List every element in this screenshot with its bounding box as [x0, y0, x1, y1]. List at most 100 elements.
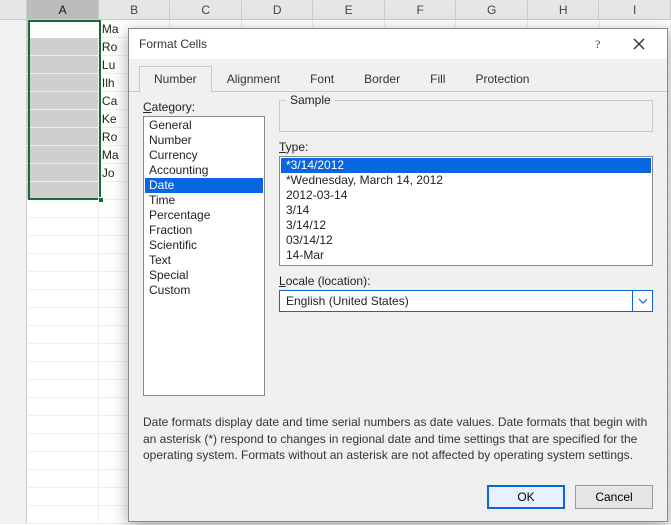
tab-alignment[interactable]: Alignment	[212, 66, 295, 92]
cell[interactable]	[27, 470, 99, 488]
category-item[interactable]: Time	[145, 193, 263, 208]
cell[interactable]	[27, 218, 99, 236]
type-item[interactable]: *Wednesday, March 14, 2012	[281, 173, 651, 188]
tab-fill[interactable]: Fill	[415, 66, 460, 92]
cell[interactable]	[27, 56, 99, 74]
type-item[interactable]: 03/14/12	[281, 233, 651, 248]
cell[interactable]	[27, 128, 99, 146]
cell[interactable]	[27, 452, 99, 470]
cell[interactable]	[27, 254, 99, 272]
category-item[interactable]: Scientific	[145, 238, 263, 253]
cell[interactable]	[27, 164, 99, 182]
tab-border[interactable]: Border	[349, 66, 415, 92]
locale-dropdown-button[interactable]	[632, 291, 652, 311]
cell[interactable]	[27, 398, 99, 416]
selectall-corner[interactable]	[0, 0, 27, 19]
row-header[interactable]	[0, 164, 27, 182]
help-button[interactable]: ?	[579, 29, 619, 59]
row-header[interactable]	[0, 362, 27, 380]
cell[interactable]	[27, 308, 99, 326]
cell[interactable]	[27, 236, 99, 254]
column-header[interactable]: B	[99, 0, 171, 19]
fill-handle[interactable]	[98, 197, 104, 203]
row-header[interactable]	[0, 56, 27, 74]
type-item[interactable]: *3/14/2012	[281, 158, 651, 173]
category-item[interactable]: Text	[145, 253, 263, 268]
row-header[interactable]	[0, 236, 27, 254]
cancel-button[interactable]: Cancel	[575, 485, 653, 509]
cell[interactable]	[27, 326, 99, 344]
row-header[interactable]	[0, 344, 27, 362]
row-header[interactable]	[0, 20, 27, 38]
locale-combo[interactable]: English (United States)	[279, 290, 653, 312]
cell[interactable]	[27, 488, 99, 506]
column-header[interactable]: D	[242, 0, 314, 19]
cell[interactable]	[27, 290, 99, 308]
row-header[interactable]	[0, 254, 27, 272]
row-header[interactable]	[0, 128, 27, 146]
column-header[interactable]: E	[313, 0, 385, 19]
row-header[interactable]	[0, 470, 27, 488]
row-header[interactable]	[0, 308, 27, 326]
row-header[interactable]	[0, 200, 27, 218]
column-header[interactable]: H	[528, 0, 600, 19]
column-header[interactable]: I	[599, 0, 671, 19]
category-item[interactable]: Number	[145, 133, 263, 148]
category-item[interactable]: Custom	[145, 283, 263, 298]
cell[interactable]	[27, 92, 99, 110]
column-header[interactable]: F	[385, 0, 457, 19]
row-header[interactable]	[0, 74, 27, 92]
cell[interactable]	[27, 344, 99, 362]
row-header[interactable]	[0, 416, 27, 434]
cell[interactable]	[27, 200, 99, 218]
row-header[interactable]	[0, 398, 27, 416]
type-item[interactable]: 14-Mar	[281, 248, 651, 263]
cell[interactable]	[27, 416, 99, 434]
category-item[interactable]: Percentage	[145, 208, 263, 223]
row-header[interactable]	[0, 272, 27, 290]
row-header[interactable]	[0, 326, 27, 344]
row-header[interactable]	[0, 146, 27, 164]
category-item[interactable]: Date	[145, 178, 263, 193]
cell[interactable]	[27, 506, 99, 524]
category-item[interactable]: Fraction	[145, 223, 263, 238]
row-header[interactable]	[0, 434, 27, 452]
row-header[interactable]	[0, 452, 27, 470]
cell[interactable]	[27, 362, 99, 380]
cell[interactable]	[27, 146, 99, 164]
row-header[interactable]	[0, 92, 27, 110]
cell[interactable]	[27, 182, 99, 200]
type-item[interactable]: 2012-03-14	[281, 188, 651, 203]
cell[interactable]	[27, 434, 99, 452]
row-header[interactable]	[0, 182, 27, 200]
cell[interactable]	[27, 272, 99, 290]
row-header[interactable]	[0, 110, 27, 128]
cell[interactable]	[27, 38, 99, 56]
category-item[interactable]: Special	[145, 268, 263, 283]
tab-number[interactable]: Number	[139, 66, 212, 92]
cell[interactable]	[27, 20, 99, 38]
category-item[interactable]: Currency	[145, 148, 263, 163]
tab-protection[interactable]: Protection	[460, 66, 544, 92]
row-header[interactable]	[0, 290, 27, 308]
ok-button[interactable]: OK	[487, 485, 565, 509]
column-header[interactable]: C	[170, 0, 242, 19]
cell[interactable]	[27, 74, 99, 92]
cell[interactable]	[27, 110, 99, 128]
column-header[interactable]: G	[456, 0, 528, 19]
category-list[interactable]: GeneralNumberCurrencyAccountingDateTimeP…	[143, 116, 265, 396]
row-header[interactable]	[0, 380, 27, 398]
row-header[interactable]	[0, 488, 27, 506]
close-button[interactable]	[619, 29, 659, 59]
category-item[interactable]: General	[145, 118, 263, 133]
row-header[interactable]	[0, 506, 27, 524]
category-item[interactable]: Accounting	[145, 163, 263, 178]
cell[interactable]	[27, 380, 99, 398]
type-list[interactable]: *3/14/2012*Wednesday, March 14, 20122012…	[279, 156, 653, 266]
row-header[interactable]	[0, 218, 27, 236]
row-header[interactable]	[0, 38, 27, 56]
tab-font[interactable]: Font	[295, 66, 349, 92]
type-item[interactable]: 3/14	[281, 203, 651, 218]
type-item[interactable]: 3/14/12	[281, 218, 651, 233]
column-header[interactable]: A	[27, 0, 99, 19]
